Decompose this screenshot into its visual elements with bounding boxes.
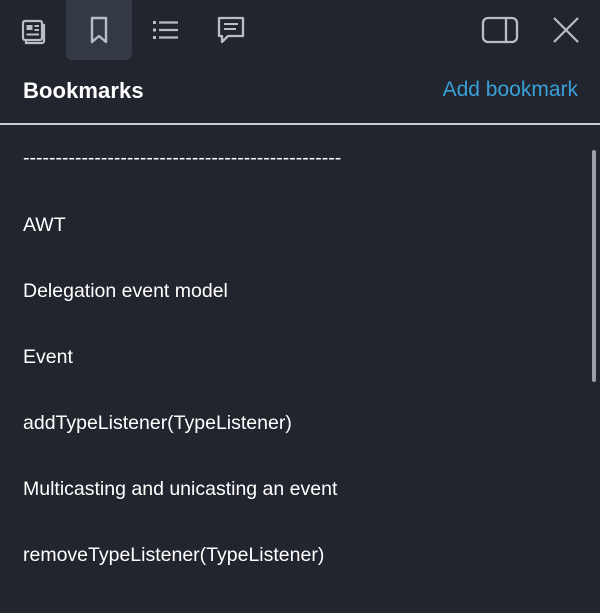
contents-tab[interactable] [132, 0, 198, 60]
document-tab[interactable] [0, 0, 66, 60]
bookmark-item-separator[interactable]: ----------------------------------------… [23, 147, 341, 170]
bookmark-item-delegation-event-model[interactable]: Delegation event model [23, 280, 228, 303]
bookmark-icon [90, 16, 108, 44]
bookmark-item-multicasting[interactable]: Multicasting and unicasting an event [23, 478, 337, 501]
list-scrollbar[interactable] [592, 150, 596, 382]
close-icon [553, 17, 579, 43]
header-divider [0, 123, 600, 125]
bookmark-item-add-type-listener[interactable]: addTypeListener(TypeListener) [23, 412, 292, 435]
sidebar-panel-icon [481, 16, 519, 44]
bookmark-item-remove-type-listener[interactable]: removeTypeListener(TypeListener) [23, 544, 324, 567]
toggle-sidebar-button[interactable] [468, 0, 534, 60]
panel-title: Bookmarks [23, 78, 144, 103]
bookmarks-panel: Bookmarks Add bookmark -----------------… [0, 0, 600, 613]
add-bookmark-link[interactable]: Add bookmark [443, 78, 578, 102]
bookmarks-tab[interactable] [66, 0, 132, 60]
close-button[interactable] [533, 0, 599, 60]
document-icon [21, 19, 46, 45]
bookmark-list: ----------------------------------------… [0, 126, 592, 613]
comment-icon [217, 16, 245, 44]
comments-tab[interactable] [198, 0, 264, 60]
list-icon [153, 21, 178, 39]
bookmarks-header: Bookmarks Add bookmark [0, 62, 600, 124]
bookmark-item-awt[interactable]: AWT [23, 214, 66, 237]
bookmark-item-event[interactable]: Event [23, 346, 73, 369]
panel-toolbar [0, 0, 600, 62]
